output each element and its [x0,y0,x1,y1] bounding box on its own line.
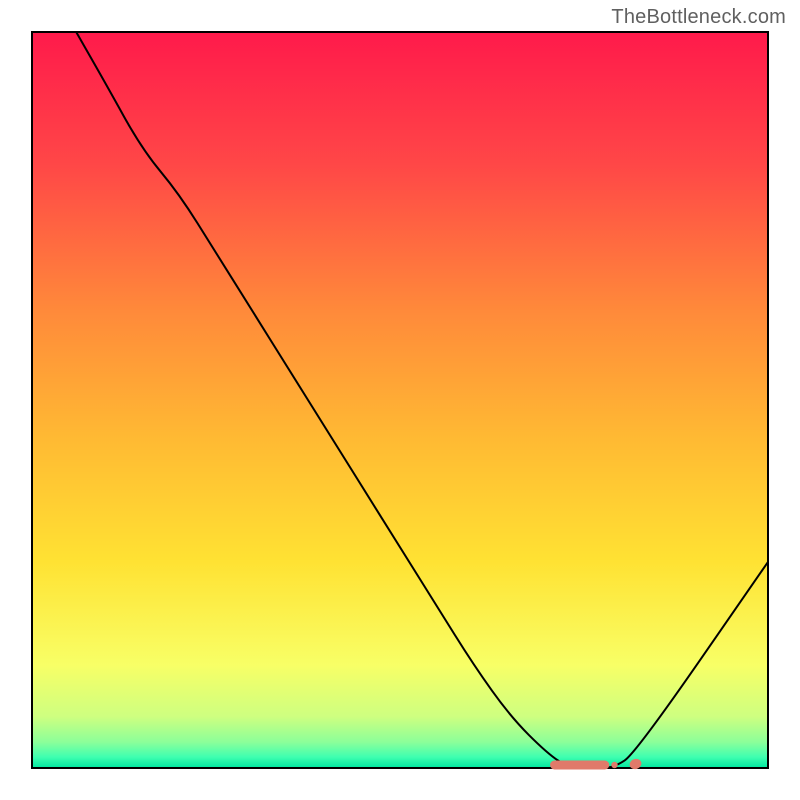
chart-svg [0,0,800,800]
plot-background [32,32,768,768]
bottleneck-chart: TheBottleneck.com [0,0,800,800]
